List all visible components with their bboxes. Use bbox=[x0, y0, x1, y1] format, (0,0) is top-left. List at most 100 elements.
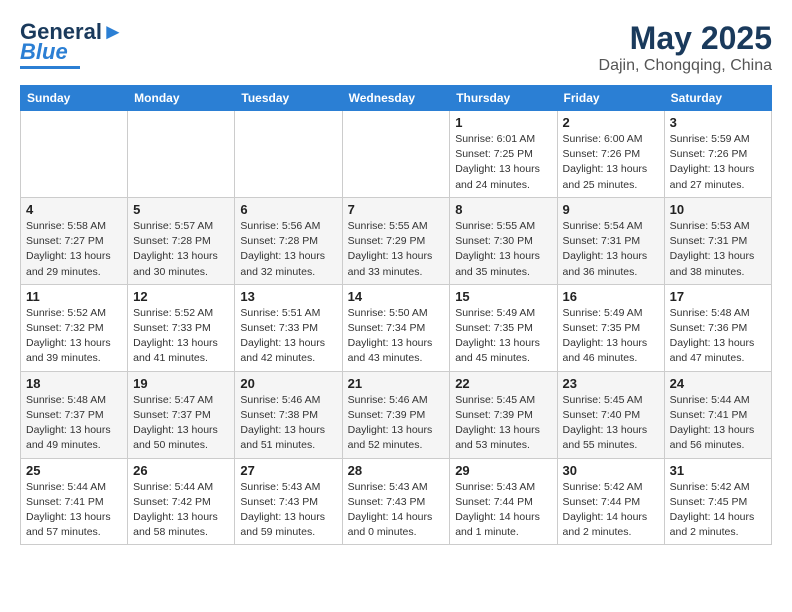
day-info: Sunrise: 5:56 AM Sunset: 7:28 PM Dayligh… bbox=[240, 219, 336, 280]
weekday-header-tuesday: Tuesday bbox=[235, 86, 342, 111]
day-info: Sunrise: 5:45 AM Sunset: 7:39 PM Dayligh… bbox=[455, 393, 551, 454]
calendar-cell: 7 Sunrise: 5:55 AM Sunset: 7:29 PM Daylig… bbox=[342, 197, 450, 284]
page-header: General► Blue May 2025 Dajin, Chongqing,… bbox=[20, 20, 772, 75]
weekday-header-row: SundayMondayTuesdayWednesdayThursdayFrid… bbox=[21, 86, 772, 111]
calendar-table: SundayMondayTuesdayWednesdayThursdayFrid… bbox=[20, 85, 772, 545]
calendar-cell: 2 Sunrise: 6:00 AM Sunset: 7:26 PM Daylig… bbox=[557, 111, 664, 198]
calendar-cell bbox=[235, 111, 342, 198]
day-info: Sunrise: 6:01 AM Sunset: 7:25 PM Dayligh… bbox=[455, 132, 551, 193]
day-number: 31 bbox=[670, 463, 766, 478]
day-number: 25 bbox=[26, 463, 122, 478]
day-info: Sunrise: 5:43 AM Sunset: 7:44 PM Dayligh… bbox=[455, 480, 551, 541]
day-number: 21 bbox=[348, 376, 445, 391]
calendar-cell: 3Sunrise: 5:59 AM Sunset: 7:26 PM Daylig… bbox=[664, 111, 771, 198]
calendar-cell: 21 Sunrise: 5:46 AM Sunset: 7:39 PM Dayli… bbox=[342, 371, 450, 458]
title-block: May 2025 Dajin, Chongqing, China bbox=[599, 20, 772, 75]
day-info: Sunrise: 5:55 AM Sunset: 7:29 PM Dayligh… bbox=[348, 219, 445, 280]
day-number: 20 bbox=[240, 376, 336, 391]
day-info: Sunrise: 5:43 AM Sunset: 7:43 PM Dayligh… bbox=[240, 480, 336, 541]
calendar-cell: 15 Sunrise: 5:49 AM Sunset: 7:35 PM Dayli… bbox=[450, 284, 557, 371]
calendar-cell: 6Sunrise: 5:56 AM Sunset: 7:28 PM Daylig… bbox=[235, 197, 342, 284]
calendar-cell: 13 Sunrise: 5:51 AM Sunset: 7:33 PM Dayli… bbox=[235, 284, 342, 371]
calendar-cell: 27Sunrise: 5:43 AM Sunset: 7:43 PM Dayli… bbox=[235, 458, 342, 545]
calendar-cell: 12 Sunrise: 5:52 AM Sunset: 7:33 PM Dayli… bbox=[128, 284, 235, 371]
weekday-header-monday: Monday bbox=[128, 86, 235, 111]
day-info: Sunrise: 5:53 AM Sunset: 7:31 PM Dayligh… bbox=[670, 219, 766, 280]
calendar-cell bbox=[21, 111, 128, 198]
day-number: 9 bbox=[563, 202, 659, 217]
day-info: Sunrise: 5:48 AM Sunset: 7:36 PM Dayligh… bbox=[670, 306, 766, 367]
day-number: 28 bbox=[348, 463, 445, 478]
calendar-cell: 24Sunrise: 5:44 AM Sunset: 7:41 PM Dayli… bbox=[664, 371, 771, 458]
day-info: Sunrise: 5:44 AM Sunset: 7:42 PM Dayligh… bbox=[133, 480, 229, 541]
logo: General► Blue bbox=[20, 20, 124, 69]
logo-text2: Blue bbox=[20, 40, 68, 64]
calendar-cell: 11Sunrise: 5:52 AM Sunset: 7:32 PM Dayli… bbox=[21, 284, 128, 371]
calendar-week-row: 1 Sunrise: 6:01 AM Sunset: 7:25 PM Daylig… bbox=[21, 111, 772, 198]
calendar-cell: 10 Sunrise: 5:53 AM Sunset: 7:31 PM Dayli… bbox=[664, 197, 771, 284]
calendar-cell: 28 Sunrise: 5:43 AM Sunset: 7:43 PM Dayli… bbox=[342, 458, 450, 545]
day-number: 2 bbox=[563, 115, 659, 130]
day-info: Sunrise: 5:42 AM Sunset: 7:45 PM Dayligh… bbox=[670, 480, 766, 541]
calendar-cell: 5 Sunrise: 5:57 AM Sunset: 7:28 PM Daylig… bbox=[128, 197, 235, 284]
day-info: Sunrise: 5:51 AM Sunset: 7:33 PM Dayligh… bbox=[240, 306, 336, 367]
day-info: Sunrise: 5:54 AM Sunset: 7:31 PM Dayligh… bbox=[563, 219, 659, 280]
day-number: 30 bbox=[563, 463, 659, 478]
day-info: Sunrise: 5:52 AM Sunset: 7:33 PM Dayligh… bbox=[133, 306, 229, 367]
calendar-week-row: 4 Sunrise: 5:58 AM Sunset: 7:27 PM Daylig… bbox=[21, 197, 772, 284]
day-number: 5 bbox=[133, 202, 229, 217]
weekday-header-friday: Friday bbox=[557, 86, 664, 111]
day-info: Sunrise: 5:52 AM Sunset: 7:32 PM Dayligh… bbox=[26, 306, 122, 367]
calendar-cell: 4 Sunrise: 5:58 AM Sunset: 7:27 PM Daylig… bbox=[21, 197, 128, 284]
day-number: 22 bbox=[455, 376, 551, 391]
day-number: 10 bbox=[670, 202, 766, 217]
day-number: 1 bbox=[455, 115, 551, 130]
day-number: 24 bbox=[670, 376, 766, 391]
day-number: 26 bbox=[133, 463, 229, 478]
calendar-cell: 9 Sunrise: 5:54 AM Sunset: 7:31 PM Daylig… bbox=[557, 197, 664, 284]
calendar-cell: 31 Sunrise: 5:42 AM Sunset: 7:45 PM Dayli… bbox=[664, 458, 771, 545]
day-info: Sunrise: 5:48 AM Sunset: 7:37 PM Dayligh… bbox=[26, 393, 122, 454]
logo-underline bbox=[20, 66, 80, 69]
calendar-cell: 30 Sunrise: 5:42 AM Sunset: 7:44 PM Dayli… bbox=[557, 458, 664, 545]
day-info: Sunrise: 5:49 AM Sunset: 7:35 PM Dayligh… bbox=[455, 306, 551, 367]
day-info: Sunrise: 5:57 AM Sunset: 7:28 PM Dayligh… bbox=[133, 219, 229, 280]
day-number: 16 bbox=[563, 289, 659, 304]
calendar-cell: 17Sunrise: 5:48 AM Sunset: 7:36 PM Dayli… bbox=[664, 284, 771, 371]
day-number: 8 bbox=[455, 202, 551, 217]
day-info: Sunrise: 5:58 AM Sunset: 7:27 PM Dayligh… bbox=[26, 219, 122, 280]
calendar-week-row: 18 Sunrise: 5:48 AM Sunset: 7:37 PM Dayli… bbox=[21, 371, 772, 458]
calendar-cell: 25 Sunrise: 5:44 AM Sunset: 7:41 PM Dayli… bbox=[21, 458, 128, 545]
day-number: 4 bbox=[26, 202, 122, 217]
day-number: 12 bbox=[133, 289, 229, 304]
calendar-cell: 23Sunrise: 5:45 AM Sunset: 7:40 PM Dayli… bbox=[557, 371, 664, 458]
day-number: 18 bbox=[26, 376, 122, 391]
day-number: 19 bbox=[133, 376, 229, 391]
calendar-week-row: 25 Sunrise: 5:44 AM Sunset: 7:41 PM Dayli… bbox=[21, 458, 772, 545]
calendar-cell: 1 Sunrise: 6:01 AM Sunset: 7:25 PM Daylig… bbox=[450, 111, 557, 198]
calendar-cell: 20 Sunrise: 5:46 AM Sunset: 7:38 PM Dayli… bbox=[235, 371, 342, 458]
day-info: Sunrise: 5:42 AM Sunset: 7:44 PM Dayligh… bbox=[563, 480, 659, 541]
calendar-cell: 8Sunrise: 5:55 AM Sunset: 7:30 PM Daylig… bbox=[450, 197, 557, 284]
weekday-header-saturday: Saturday bbox=[664, 86, 771, 111]
calendar-title: May 2025 bbox=[599, 20, 772, 57]
day-number: 29 bbox=[455, 463, 551, 478]
day-info: Sunrise: 5:46 AM Sunset: 7:38 PM Dayligh… bbox=[240, 393, 336, 454]
calendar-cell: 18 Sunrise: 5:48 AM Sunset: 7:37 PM Dayli… bbox=[21, 371, 128, 458]
day-number: 7 bbox=[348, 202, 445, 217]
day-info: Sunrise: 5:59 AM Sunset: 7:26 PM Dayligh… bbox=[670, 132, 766, 193]
day-info: Sunrise: 5:44 AM Sunset: 7:41 PM Dayligh… bbox=[26, 480, 122, 541]
calendar-cell: 26 Sunrise: 5:44 AM Sunset: 7:42 PM Dayli… bbox=[128, 458, 235, 545]
day-info: Sunrise: 5:43 AM Sunset: 7:43 PM Dayligh… bbox=[348, 480, 445, 541]
day-info: Sunrise: 6:00 AM Sunset: 7:26 PM Dayligh… bbox=[563, 132, 659, 193]
calendar-cell: 29 Sunrise: 5:43 AM Sunset: 7:44 PM Dayli… bbox=[450, 458, 557, 545]
weekday-header-thursday: Thursday bbox=[450, 86, 557, 111]
day-info: Sunrise: 5:46 AM Sunset: 7:39 PM Dayligh… bbox=[348, 393, 445, 454]
day-number: 13 bbox=[240, 289, 336, 304]
day-number: 23 bbox=[563, 376, 659, 391]
calendar-cell: 22 Sunrise: 5:45 AM Sunset: 7:39 PM Dayli… bbox=[450, 371, 557, 458]
day-number: 15 bbox=[455, 289, 551, 304]
calendar-cell: 19Sunrise: 5:47 AM Sunset: 7:37 PM Dayli… bbox=[128, 371, 235, 458]
day-info: Sunrise: 5:50 AM Sunset: 7:34 PM Dayligh… bbox=[348, 306, 445, 367]
calendar-week-row: 11Sunrise: 5:52 AM Sunset: 7:32 PM Dayli… bbox=[21, 284, 772, 371]
